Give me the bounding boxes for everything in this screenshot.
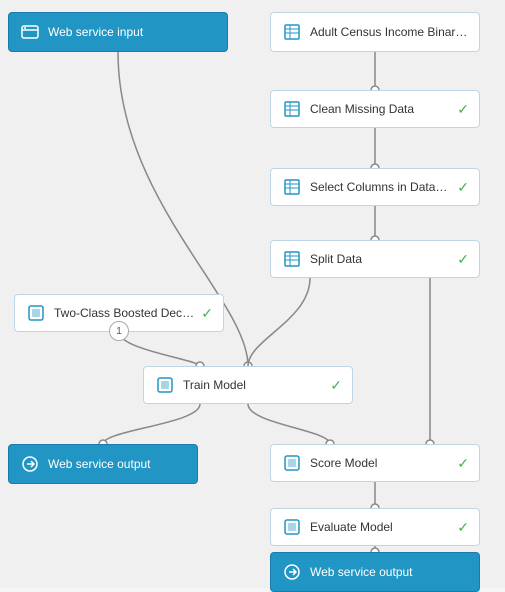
output-left-icon xyxy=(19,453,41,475)
web-service-input-node[interactable]: Web service input xyxy=(8,12,228,52)
web-service-output-right-label: Web service output xyxy=(310,565,469,579)
score-model-node[interactable]: Score Model ✓ xyxy=(270,444,480,482)
web-service-output-right-node[interactable]: Web service output xyxy=(270,552,480,592)
select-columns-node[interactable]: Select Columns in Dataset ✓ xyxy=(270,168,480,206)
output-right-icon xyxy=(281,561,303,583)
evaluate-model-icon xyxy=(281,516,303,538)
evaluate-model-check-icon: ✓ xyxy=(457,519,469,536)
score-model-icon xyxy=(281,452,303,474)
train-model-icon xyxy=(154,374,176,396)
two-class-boosted-node[interactable]: Two-Class Boosted Decision ... ✓ 1 xyxy=(14,294,224,332)
evaluate-model-label: Evaluate Model xyxy=(310,520,451,534)
web-service-output-left-label: Web service output xyxy=(48,457,187,471)
select-columns-check-icon: ✓ xyxy=(457,179,469,196)
clean-icon xyxy=(281,98,303,120)
dataset-icon xyxy=(281,21,303,43)
clean-missing-data-label: Clean Missing Data xyxy=(310,102,451,116)
adult-census-node[interactable]: Adult Census Income Binary ... xyxy=(270,12,480,52)
two-class-boosted-label: Two-Class Boosted Decision ... xyxy=(54,306,195,320)
badge-1: 1 xyxy=(109,321,129,341)
select-columns-label: Select Columns in Dataset xyxy=(310,180,451,194)
two-class-icon xyxy=(25,302,47,324)
score-model-label: Score Model xyxy=(310,456,451,470)
adult-census-label: Adult Census Income Binary ... xyxy=(310,25,469,39)
split-data-check-icon: ✓ xyxy=(457,251,469,268)
select-columns-icon xyxy=(281,176,303,198)
score-model-check-icon: ✓ xyxy=(457,455,469,472)
split-data-icon xyxy=(281,248,303,270)
split-data-label: Split Data xyxy=(310,252,451,266)
input-icon xyxy=(19,21,41,43)
clean-check-icon: ✓ xyxy=(457,101,469,118)
split-data-node[interactable]: Split Data ✓ xyxy=(270,240,480,278)
web-service-output-left-node[interactable]: Web service output xyxy=(8,444,198,484)
ml-pipeline-canvas: Web service input Adult Census Income Bi… xyxy=(0,0,505,588)
evaluate-model-node[interactable]: Evaluate Model ✓ xyxy=(270,508,480,546)
web-service-input-label: Web service input xyxy=(48,25,217,39)
train-model-check-icon: ✓ xyxy=(330,377,342,394)
train-model-label: Train Model xyxy=(183,378,324,392)
clean-missing-data-node[interactable]: Clean Missing Data ✓ xyxy=(270,90,480,128)
two-class-check-icon: ✓ xyxy=(201,305,213,322)
train-model-node[interactable]: Train Model ✓ xyxy=(143,366,353,404)
